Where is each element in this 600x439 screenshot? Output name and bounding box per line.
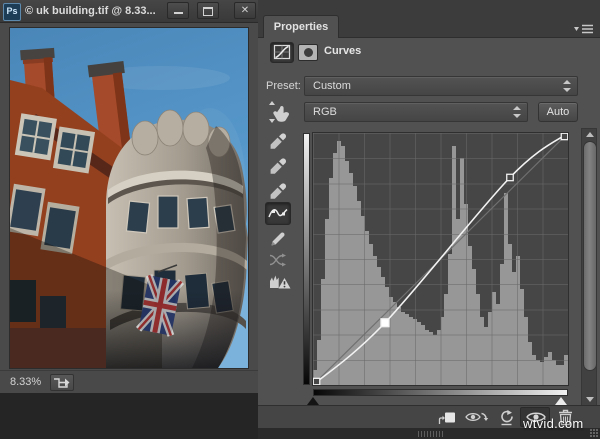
photoshop-app: Ps © uk building.tif @ 8.33... ✕ 8.33% P…: [0, 0, 600, 439]
close-button[interactable]: ✕: [234, 2, 256, 19]
mask-thumbnail[interactable]: [298, 44, 318, 61]
panel-scrollbar[interactable]: [581, 128, 597, 406]
document-window: Ps © uk building.tif @ 8.33... ✕ 8.33%: [0, 0, 258, 393]
channel-dropdown[interactable]: RGB: [304, 102, 528, 122]
clip-to-layer-button[interactable]: [438, 410, 456, 430]
document-titlebar[interactable]: Ps © uk building.tif @ 8.33... ✕: [0, 0, 258, 23]
export-icon: [54, 378, 70, 388]
panel-menu-button[interactable]: [574, 22, 594, 34]
output-gradient-bar: [303, 133, 310, 385]
targeted-adjustment-icon: [269, 101, 290, 123]
close-icon: ✕: [240, 5, 250, 16]
gray-point-eyedropper-icon: [270, 158, 287, 174]
document-statusbar: 8.33%: [0, 370, 258, 393]
channel-stepper-icon: [513, 106, 522, 118]
smooth-curve-icon: [269, 253, 286, 267]
curves-adjustment-icon-button[interactable]: [270, 42, 294, 63]
scroll-up-icon[interactable]: [586, 132, 594, 137]
smooth-curve-tool[interactable]: [268, 253, 288, 273]
black-point-eyedropper-icon: [270, 133, 287, 149]
export-button[interactable]: [50, 374, 74, 391]
clip-to-layer-icon: [438, 412, 455, 424]
mask-icon: [303, 48, 313, 57]
pencil-icon: [271, 232, 285, 246]
maximize-button[interactable]: [197, 2, 219, 19]
channel-value: RGB: [313, 106, 337, 118]
photoshop-app-icon: Ps: [3, 3, 21, 21]
eye-arrow-icon: [465, 412, 489, 422]
panel-tab-bar: Properties: [258, 0, 600, 38]
curve-svg: [313, 133, 568, 385]
building-photo-image: [6, 28, 248, 368]
white-point-eyedropper[interactable]: [268, 182, 288, 202]
watermark: wtvid.com: [523, 416, 584, 431]
black-point-eyedropper[interactable]: [268, 132, 288, 152]
preset-value: Custom: [313, 80, 351, 92]
document-title: © uk building.tif @ 8.33...: [25, 5, 156, 17]
resize-grip[interactable]: [590, 429, 598, 437]
preset-stepper-icon: [563, 80, 572, 92]
adjustment-title: Curves: [324, 45, 362, 57]
targeted-adjustment-tool[interactable]: [264, 99, 294, 125]
preset-label: Preset:: [266, 80, 301, 92]
scrollbar-thumb[interactable]: [583, 141, 597, 371]
maximize-icon: [203, 7, 213, 16]
gray-point-eyedropper[interactable]: [268, 157, 288, 177]
curves-adjustment-icon: [273, 44, 291, 60]
minimize-icon: [173, 12, 183, 14]
minimize-button[interactable]: [167, 2, 189, 19]
pencil-tool[interactable]: [268, 229, 288, 249]
tab-properties[interactable]: Properties: [263, 15, 339, 38]
curve-point[interactable]: [506, 173, 514, 182]
curve-point[interactable]: [313, 377, 321, 385]
properties-panel: Properties Curves Preset: Custom RGB Aut…: [258, 0, 600, 439]
view-previous-state-button[interactable]: [465, 410, 489, 430]
preset-dropdown[interactable]: Custom: [304, 76, 578, 96]
white-point-slider[interactable]: [555, 397, 567, 405]
panel-menu-icon: [574, 24, 593, 34]
input-gradient-bar: [313, 389, 568, 396]
curve-point-tool[interactable]: [265, 202, 291, 225]
panel-drag-handle[interactable]: [418, 431, 444, 437]
zoom-level[interactable]: 8.33%: [10, 371, 41, 393]
curve-point-tool-icon: [268, 208, 288, 218]
white-point-eyedropper-icon: [270, 183, 287, 199]
auto-button[interactable]: Auto: [538, 102, 578, 122]
curves-graph[interactable]: [312, 132, 569, 386]
clipping-warning-icon: [270, 275, 291, 289]
clipping-warning[interactable]: [268, 272, 292, 292]
curve-point-selected[interactable]: [380, 318, 390, 328]
scroll-down-icon[interactable]: [586, 397, 594, 402]
image-canvas[interactable]: [6, 27, 249, 369]
black-point-slider[interactable]: [307, 397, 319, 405]
curve-point[interactable]: [560, 133, 568, 141]
reset-icon: [501, 410, 513, 426]
